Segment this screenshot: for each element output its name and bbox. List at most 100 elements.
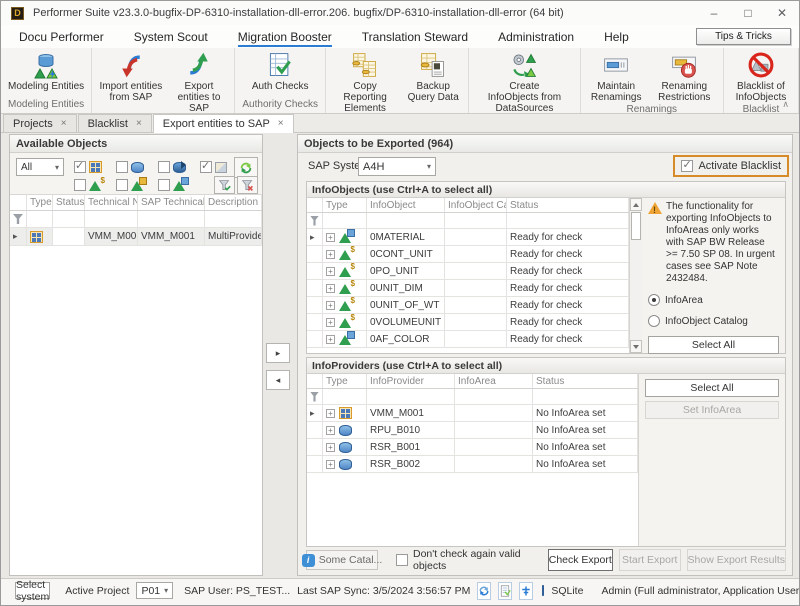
menu-docu-performer[interactable]: Docu Performer (19, 25, 104, 48)
filter-composite-checkbox[interactable] (200, 161, 212, 173)
expand-icon[interactable]: + (326, 460, 335, 469)
expand-icon[interactable]: + (326, 267, 335, 276)
apply-filter-button[interactable] (214, 176, 235, 194)
sync-button[interactable] (477, 582, 491, 600)
close-button[interactable]: ✕ (765, 1, 799, 25)
table-row[interactable]: + RSR_B001 No InfoArea set (307, 439, 638, 456)
table-row[interactable]: + 0UNIT_OF_WT Ready for check (307, 297, 629, 314)
pin-button[interactable] (519, 582, 533, 600)
filter-row[interactable] (307, 213, 629, 229)
expand-icon[interactable]: + (326, 409, 335, 418)
col-sap-technical-name[interactable]: SAP Technical ... (138, 195, 205, 210)
select-all-infoobjects-button[interactable]: Select All (648, 336, 779, 354)
infoobjects-scrollbar[interactable] (629, 198, 642, 353)
tab-close-icon[interactable]: × (61, 118, 67, 129)
move-left-button[interactable]: ◂ (266, 370, 290, 390)
table-row[interactable]: ▸ + VMM_M001 No InfoArea set (307, 405, 638, 422)
filter-characteristic-orange-checkbox[interactable] (116, 179, 128, 191)
create-infoobjects-button[interactable]: Create InfoObjects from DataSources (482, 48, 566, 114)
expand-icon[interactable]: + (326, 443, 335, 452)
expand-icon[interactable]: + (326, 318, 335, 327)
show-export-results-button[interactable]: Show Export Results (687, 549, 786, 571)
copy-reporting-elements-button[interactable]: Copy Reporting Elements (329, 48, 401, 114)
move-right-button[interactable]: ▸ (266, 343, 290, 363)
minimize-button[interactable]: – (697, 1, 731, 25)
col-type[interactable]: Type (27, 195, 53, 210)
blacklist-infoobjects-button[interactable]: Blacklist of InfoObjects (727, 48, 795, 103)
expand-icon[interactable]: + (326, 284, 335, 293)
some-catalog-button[interactable]: i Some Catal... (306, 550, 378, 570)
clear-filter-button[interactable] (237, 176, 258, 194)
menu-migration-booster[interactable]: Migration Booster (238, 25, 332, 48)
table-row[interactable]: ▸ + 0MATERIAL Ready for check (307, 229, 629, 246)
maintain-renamings-button[interactable]: Maintain Renamings (584, 48, 649, 103)
expand-icon[interactable]: + (326, 233, 335, 242)
auth-checks-button[interactable]: Auth Checks (248, 48, 312, 92)
select-system-button[interactable]: Select system (15, 582, 50, 599)
menu-translation-steward[interactable]: Translation Steward (362, 25, 468, 48)
table-row[interactable]: + RSR_B002 No InfoArea set (307, 456, 638, 473)
export-entities-button[interactable]: Export entities to SAP (167, 48, 232, 114)
sap-system-dropdown[interactable]: A4H ▾ (358, 157, 436, 176)
refresh-button[interactable] (234, 157, 258, 178)
tips-and-tricks-button[interactable]: Tips & Tricks (696, 28, 791, 45)
expand-icon[interactable]: + (326, 335, 335, 344)
col-technical-name[interactable]: Technical N... (85, 195, 138, 210)
check-export-button[interactable]: Check Export (548, 549, 613, 571)
table-row[interactable]: ▸ VMM_M001 VMM_M001 MultiProvide... (10, 228, 262, 246)
tab-export-entities[interactable]: Export entities to SAP × (153, 114, 294, 132)
expand-icon[interactable]: + (326, 426, 335, 435)
filter-row[interactable] (307, 389, 638, 405)
ribbon-collapse-icon[interactable]: ∧ (782, 99, 789, 110)
set-infoarea-button[interactable]: Set InfoArea (645, 401, 779, 419)
renaming-restrictions-button[interactable]: Renaming Restrictions (649, 48, 720, 103)
filter-cube-checkbox[interactable] (116, 161, 128, 173)
start-export-button[interactable]: Start Export (619, 549, 681, 571)
col-type[interactable]: Type (323, 198, 367, 212)
filter-multiprovider-checkbox[interactable] (74, 161, 86, 173)
table-row[interactable]: + 0VOLUMEUNIT Ready for check (307, 314, 629, 331)
col-description[interactable]: Description ... (205, 195, 262, 210)
table-row[interactable]: + 0UNIT_DIM Ready for check (307, 280, 629, 297)
col-infoprovider[interactable]: InfoProvider (367, 374, 455, 388)
table-row[interactable]: + 0AF_COLOR Ready for check (307, 331, 629, 348)
dont-check-checkbox[interactable] (396, 554, 408, 566)
type-filter-dropdown[interactable]: All ▾ (16, 158, 64, 176)
col-infoobject-catalog[interactable]: InfoObject Ca... (445, 198, 507, 212)
table-row[interactable]: + 0PO_UNIT Ready for check (307, 263, 629, 280)
table-row[interactable]: + 0CONT_UNIT Ready for check (307, 246, 629, 263)
menu-help[interactable]: Help (604, 25, 629, 48)
modeling-entities-button[interactable]: Modeling Entities (5, 48, 87, 92)
col-infoobject[interactable]: InfoObject (367, 198, 445, 212)
tab-close-icon[interactable]: × (136, 118, 142, 129)
backup-query-data-button[interactable]: Backup Query Data (401, 48, 465, 103)
scroll-down-icon[interactable] (630, 340, 642, 353)
col-status[interactable]: Status (53, 195, 85, 210)
col-type[interactable]: Type (323, 374, 367, 388)
filter-adso-checkbox[interactable] (158, 161, 170, 173)
filter-keyfigure-checkbox[interactable] (74, 179, 86, 191)
tab-close-icon[interactable]: × (278, 118, 284, 129)
menu-system-scout[interactable]: System Scout (134, 25, 208, 48)
infoobject-catalog-radio[interactable] (648, 315, 660, 327)
col-status[interactable]: Status (507, 198, 629, 212)
col-status[interactable]: Status (533, 374, 638, 388)
scroll-up-icon[interactable] (630, 198, 642, 211)
expand-icon[interactable]: + (326, 301, 335, 310)
activate-blacklist-checkbox[interactable] (681, 160, 693, 172)
log-button[interactable] (498, 582, 512, 600)
tab-blacklist[interactable]: Blacklist × (78, 114, 152, 132)
filter-characteristic-blue-checkbox[interactable] (158, 179, 170, 191)
maximize-button[interactable]: □ (731, 1, 765, 25)
active-project-dropdown[interactable]: P01 ▾ (136, 582, 173, 599)
import-entities-button[interactable]: Import entities from SAP (95, 48, 166, 103)
tab-projects[interactable]: Projects × (3, 114, 77, 132)
menu-administration[interactable]: Administration (498, 25, 574, 48)
infoarea-radio[interactable] (648, 294, 660, 306)
scrollbar-thumb[interactable] (631, 212, 641, 240)
table-row[interactable]: + RPU_B010 No InfoArea set (307, 422, 638, 439)
expand-icon[interactable]: + (326, 250, 335, 259)
filter-row[interactable] (10, 211, 262, 228)
col-infoarea[interactable]: InfoArea (455, 374, 533, 388)
select-all-infoproviders-button[interactable]: Select All (645, 379, 779, 397)
